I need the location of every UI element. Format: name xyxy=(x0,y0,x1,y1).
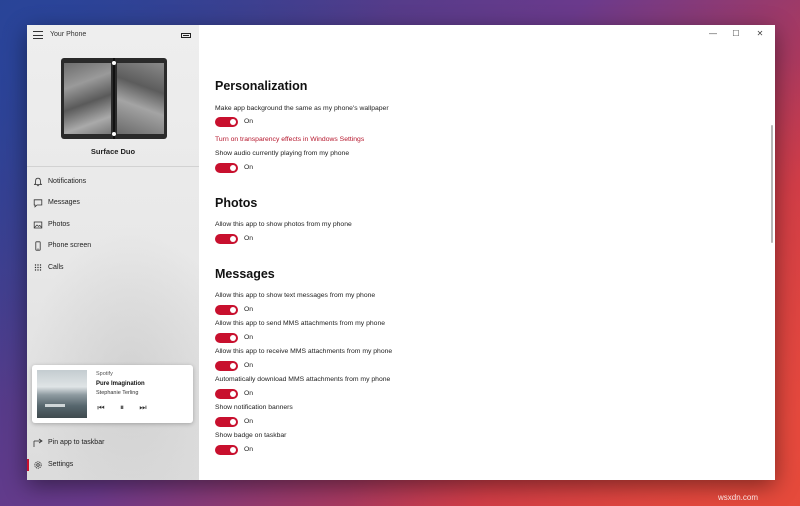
message-setting-label: Automatically download MMS attachments f… xyxy=(215,376,391,383)
message-setting-state: On xyxy=(244,334,254,341)
phone-image xyxy=(61,58,167,139)
sidebar-divider xyxy=(27,166,199,167)
wallpaper-toggle[interactable] xyxy=(215,117,238,127)
dialpad-icon xyxy=(34,264,42,271)
audio-toggle-state: On xyxy=(244,164,254,171)
message-setting-state: On xyxy=(244,446,254,453)
nav-item-phone-screen[interactable]: Phone screen xyxy=(27,236,199,256)
photos-toggle[interactable] xyxy=(215,234,238,244)
device-name: Surface Duo xyxy=(90,147,136,156)
app-title: Your Phone xyxy=(50,31,87,38)
photos-toggle-state: On xyxy=(244,235,254,242)
message-setting-toggle[interactable] xyxy=(215,389,238,399)
audio-toggle[interactable] xyxy=(215,163,238,173)
maximize-button[interactable]: ☐ xyxy=(729,28,743,40)
message-setting-state: On xyxy=(244,390,254,397)
settings-pane: — ☐ ✕ Personalization Make app backgroun… xyxy=(199,25,775,480)
right-screen xyxy=(117,63,164,134)
pause-icon[interactable]: ⏸ xyxy=(116,402,128,414)
message-setting-toggle[interactable] xyxy=(215,333,238,343)
battery-icon xyxy=(181,33,191,38)
message-setting-label: Show notification banners xyxy=(215,404,293,411)
media-artist: Stephanie Terling xyxy=(96,390,139,396)
nav-label-notifications: Notifications xyxy=(48,178,87,185)
message-setting-state: On xyxy=(244,306,254,313)
device-hinge xyxy=(113,58,115,139)
nav-label-messages: Messages xyxy=(48,199,80,206)
message-setting-label: Allow this app to receive MMS attachment… xyxy=(215,348,393,355)
message-setting-toggle[interactable] xyxy=(215,305,238,315)
hamburger-menu-icon[interactable] xyxy=(33,31,43,39)
hinge-knob-bottom xyxy=(112,132,116,136)
pin-to-taskbar-label: Pin app to taskbar xyxy=(48,439,105,446)
message-setting-label: Allow this app to send MMS attachments f… xyxy=(215,320,385,327)
hinge-knob-top xyxy=(112,61,116,65)
pin-to-taskbar-button[interactable]: Pin app to taskbar xyxy=(27,434,199,452)
next-track-icon[interactable]: ⏭ xyxy=(137,402,149,414)
vertical-scrollbar[interactable] xyxy=(771,125,773,243)
nav-item-calls[interactable]: Calls xyxy=(27,258,199,278)
settings-nav-item[interactable]: Settings xyxy=(27,456,199,474)
section-title-messages: Messages xyxy=(215,267,275,281)
settings-label: Settings xyxy=(48,461,74,468)
photos-setting-label: Allow this app to show photos from my ph… xyxy=(215,221,352,228)
audio-setting-label: Show audio currently playing from my pho… xyxy=(215,150,350,157)
media-song-title: Pure Imagination xyxy=(96,381,145,387)
your-phone-window: Your Phone Surface Duo Notifications Mes… xyxy=(27,25,775,480)
nav-label-calls: Calls xyxy=(48,264,64,271)
close-button[interactable]: ✕ xyxy=(753,28,767,40)
nav-label-phone-screen: Phone screen xyxy=(48,242,92,249)
message-setting-state: On xyxy=(244,362,254,369)
message-setting-label: Allow this app to show text messages fro… xyxy=(215,292,376,299)
message-icon xyxy=(33,199,43,208)
left-screen xyxy=(64,63,111,134)
watermark-text: wsxdn.com xyxy=(718,493,759,502)
album-art xyxy=(37,370,87,418)
sidebar-topbar: Your Phone xyxy=(27,25,199,47)
section-title-photos: Photos xyxy=(215,196,258,210)
message-setting-state: On xyxy=(244,418,254,425)
message-setting-label: Show badge on taskbar xyxy=(215,432,287,439)
message-setting-toggle[interactable] xyxy=(215,417,238,427)
sidebar: Your Phone Surface Duo Notifications Mes… xyxy=(27,25,199,480)
nav-item-messages[interactable]: Messages xyxy=(27,193,199,213)
now-playing-card: Spotify Pure Imagination Stephanie Terli… xyxy=(32,365,193,423)
message-setting-toggle[interactable] xyxy=(215,445,238,455)
message-setting-toggle[interactable] xyxy=(215,361,238,371)
minimize-button[interactable]: — xyxy=(706,28,720,40)
previous-track-icon[interactable]: ⏮ xyxy=(95,402,107,414)
bell-icon xyxy=(33,177,43,187)
wallpaper-setting-label: Make app background the same as my phone… xyxy=(215,105,389,112)
nav-item-notifications[interactable]: Notifications xyxy=(27,172,199,192)
photo-icon xyxy=(33,221,43,229)
media-source: Spotify xyxy=(96,371,113,377)
section-title-personalization: Personalization xyxy=(215,79,308,93)
gear-icon xyxy=(34,461,42,469)
transparency-settings-link[interactable]: Turn on transparency effects in Windows … xyxy=(215,136,364,143)
pin-icon xyxy=(33,438,43,447)
nav-item-photos[interactable]: Photos xyxy=(27,215,199,235)
nav-label-photos: Photos xyxy=(48,221,70,228)
wallpaper-toggle-state: On xyxy=(244,118,254,125)
phone-screen-icon xyxy=(35,241,41,251)
